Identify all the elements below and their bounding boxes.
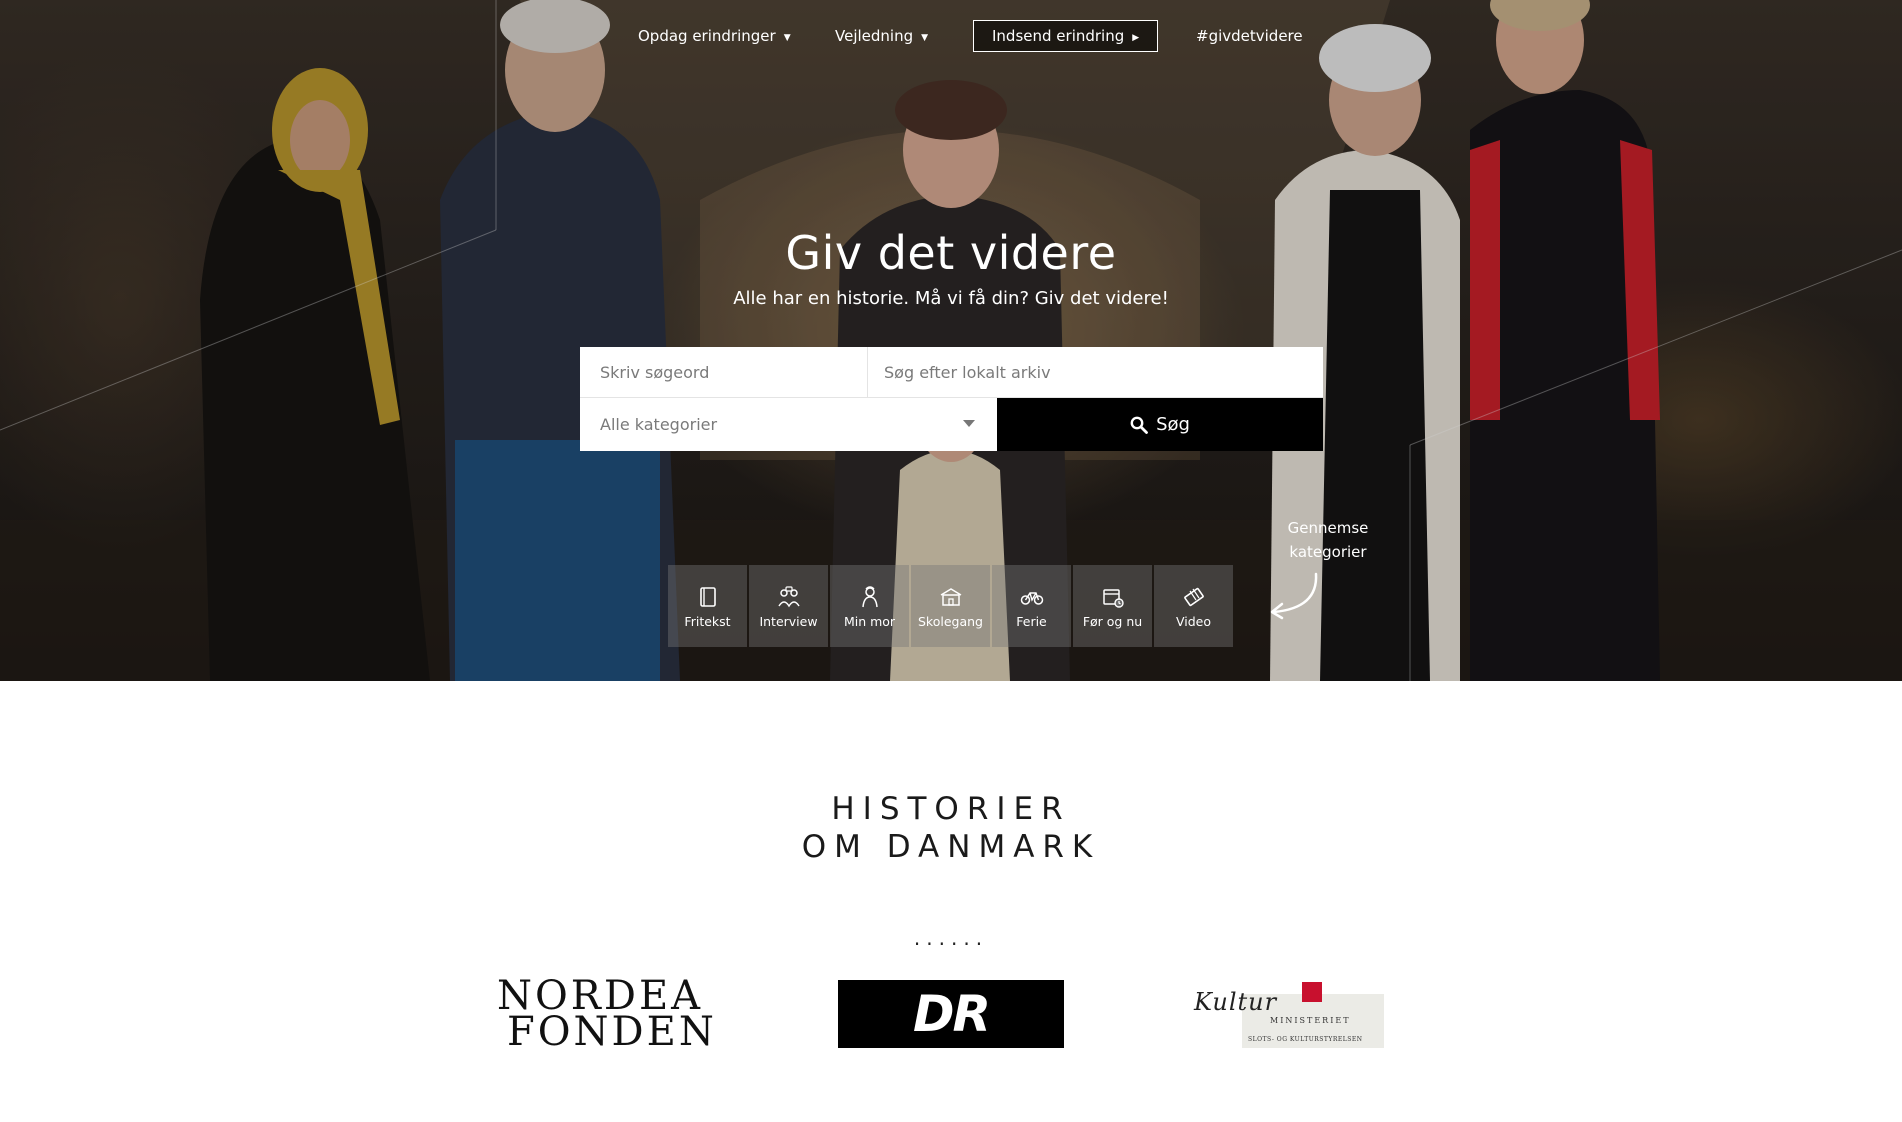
category-tile-min-mor[interactable]: Min mor [830,565,909,647]
curved-arrow-icon [1270,572,1318,620]
book-icon [699,587,716,607]
calendar-icon [1102,589,1124,608]
hero-section: Opdag erindringer ▼ Vejledning ▼ Indsend e… [0,0,1902,681]
category-label: Video [1175,614,1212,629]
nav-discover-memories[interactable]: Opdag erindringer ▼ [638,16,791,56]
category-tile-foer-og-nu[interactable]: Før og nu [1073,565,1152,647]
category-tile-ferie[interactable]: Ferie [992,565,1071,647]
nav-guide-label: Vejledning [835,27,914,45]
caret-down-icon: ▼ [921,33,929,43]
category-tile-skolegang[interactable]: Skolegang [911,565,990,647]
nav-submit-label: Indsend erindring [992,27,1125,45]
dr-logo-text: DR [912,985,991,1043]
browse-categories-hint: Gennemse kategorier [1287,519,1369,561]
nordea-logo-line2: FONDEN [507,1009,717,1055]
brand-title: HISTORIER OM DANMARK [0,790,1902,866]
nordea-fonden-logo[interactable]: NORDEA FONDEN [497,976,725,1055]
search-icon [1130,416,1148,434]
category-label: Ferie [1016,614,1047,629]
category-label: Skolegang [918,614,983,629]
category-label: Interview [759,614,818,629]
caret-down-icon: ▼ [783,33,791,43]
kultur-logo-styrelsen: SLOTS- OG KULTURSTYRELSEN [1248,1036,1363,1043]
nav-guide[interactable]: Vejledning ▼ [835,16,928,56]
hero-title: Giv det videre [785,226,1117,280]
interview-icon [777,586,800,608]
dr-logo[interactable]: DR [838,980,1064,1048]
category-label: Min mor [843,614,896,629]
kultur-logo-ministeriet: MINISTERIET [1270,1016,1351,1025]
category-tile-interview[interactable]: Interview [749,565,828,647]
category-label: Før og nu [1082,614,1143,629]
nav-hashtag-link[interactable]: #givdetvidere [1196,16,1303,56]
category-tile-fritekst[interactable]: Fritekst [668,565,747,647]
kultur-logo-word: Kultur [1194,988,1278,1016]
film-icon [1183,587,1204,607]
top-nav: Opdag erindringer ▼ Vejledning ▼ Indsend e… [0,16,1902,56]
category-select-value: Alle kategorier [600,415,718,434]
crown-icon [1302,982,1322,1002]
archive-search-input[interactable] [868,347,1323,398]
bicycle-icon [1020,592,1043,605]
nav-submit-memory-button[interactable]: Indsend erindring ▶ [973,20,1159,52]
nav-discover-label: Opdag erindringer [638,27,776,45]
hero-subtitle: Alle har en historie. Må vi få din? Giv … [733,288,1169,309]
search-button[interactable]: Søg [997,398,1323,451]
brand-title-line1: HISTORIER [831,791,1071,827]
caret-right-icon: ▶ [1132,33,1140,43]
keyword-search-input[interactable] [580,347,868,398]
category-select[interactable]: Alle kategorier [580,398,997,451]
chevron-down-icon [963,420,975,427]
mother-icon [861,586,878,608]
kulturministeriet-logo[interactable]: Kultur MINISTERIET SLOTS- OG KULTURSTYRE… [1194,982,1384,1048]
brand-title-line2: OM DANMARK [801,829,1101,865]
search-form: Alle kategorier Søg [580,347,1323,451]
search-button-label: Søg [1156,414,1190,435]
brand-divider-dots: ...... [913,926,989,950]
category-tile-video[interactable]: Video [1154,565,1233,647]
nav-hashtag-label: #givdetvidere [1196,27,1303,45]
category-label: Fritekst [684,614,731,629]
school-icon [940,588,961,606]
category-tiles: Fritekst Interview Min mor Skolegang Fer… [668,565,1233,647]
